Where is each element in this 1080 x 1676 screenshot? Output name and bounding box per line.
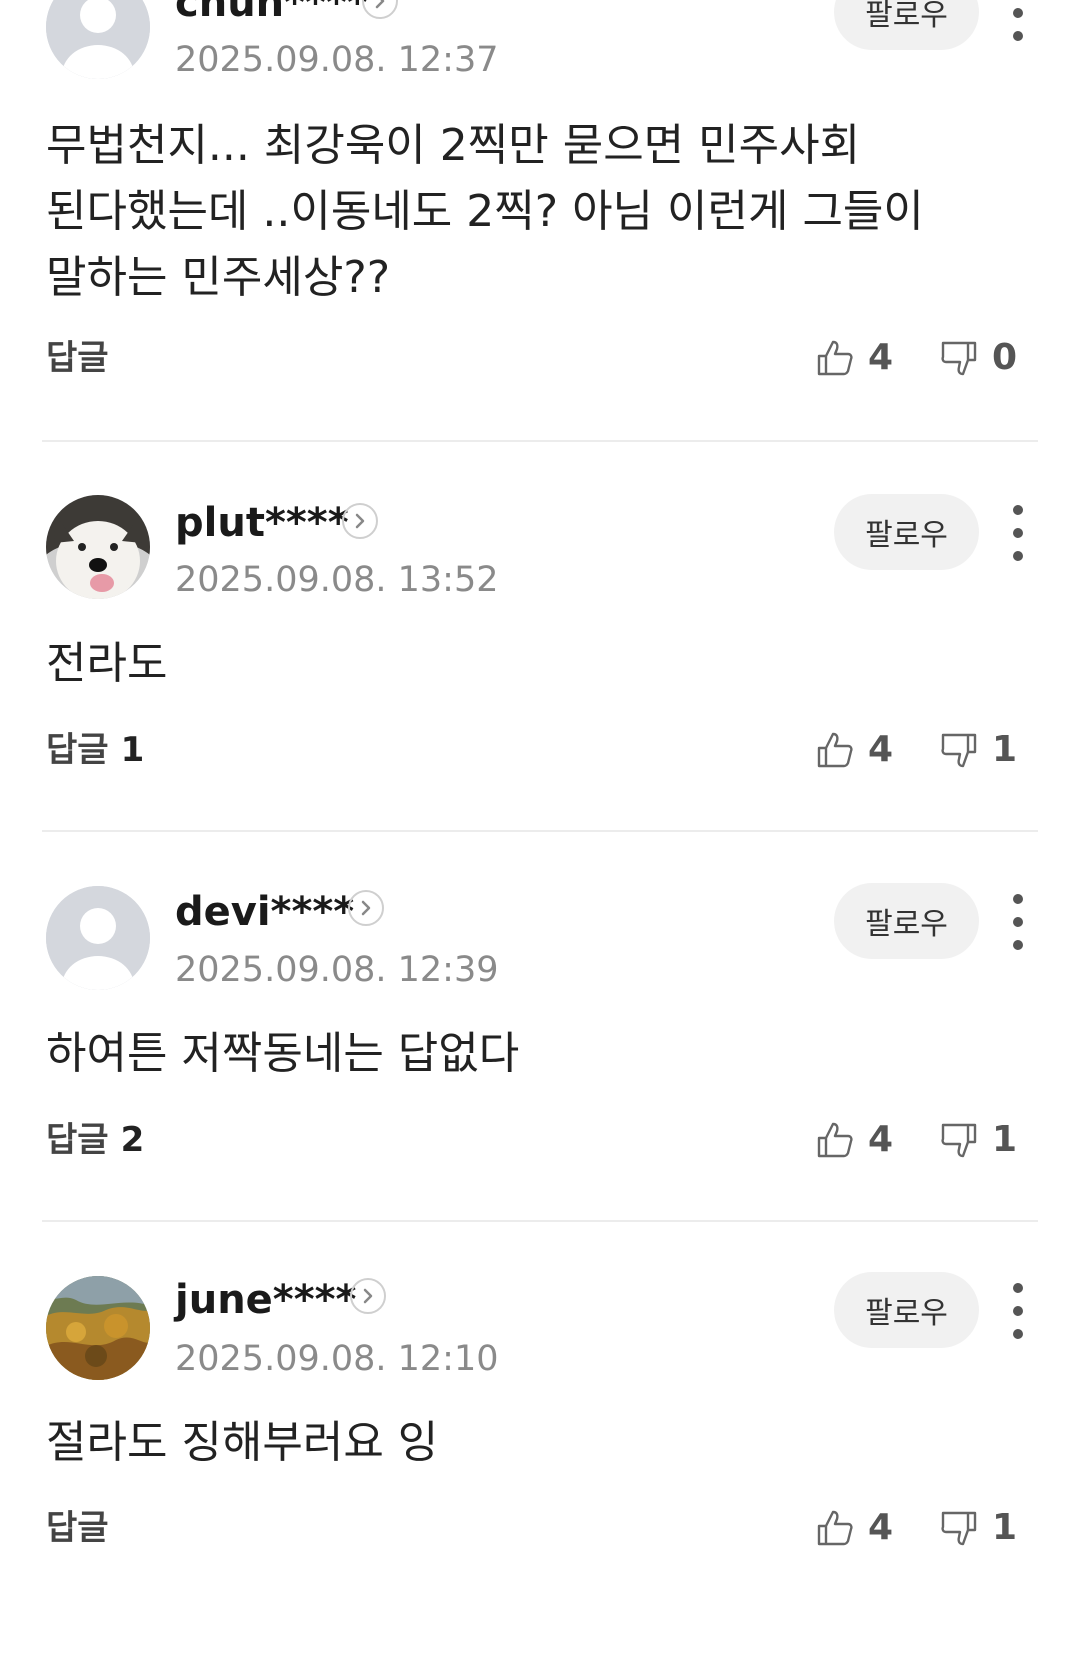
comment-body: 절라도 징해부러요 잉 bbox=[46, 1417, 439, 1468]
like-count: 4 bbox=[868, 1507, 894, 1548]
thumbs-down-icon bbox=[941, 1511, 977, 1546]
like-button[interactable]: 4 bbox=[814, 728, 893, 772]
comment-timestamp: 2025.09.08. 12:37 bbox=[175, 40, 499, 80]
chevron-right-icon[interactable] bbox=[348, 890, 384, 926]
like-button[interactable]: 4 bbox=[814, 1506, 893, 1550]
follow-button[interactable]: 팔로우 bbox=[834, 494, 979, 570]
thumbs-up-icon bbox=[817, 1122, 853, 1158]
comment-item: plut**** 2025.09.08. 13:52 팔로우 전라도 답글 1 4… bbox=[0, 494, 1080, 895]
dislike-count: 1 bbox=[992, 1119, 1018, 1160]
reply-button[interactable]: 답글 2 bbox=[46, 1118, 144, 1162]
comment-username[interactable]: chun**** bbox=[175, 0, 368, 27]
comment-body: 전라도 bbox=[46, 638, 168, 689]
dislike-count: 0 bbox=[992, 337, 1018, 378]
thumbs-down-icon bbox=[941, 733, 977, 768]
chevron-right-icon[interactable] bbox=[342, 503, 378, 539]
like-button[interactable]: 4 bbox=[814, 1118, 893, 1162]
dislike-button[interactable]: 0 bbox=[938, 336, 1017, 380]
dislike-button[interactable]: 1 bbox=[938, 1506, 1017, 1550]
thumbs-down-icon bbox=[941, 341, 977, 376]
comment-divider bbox=[42, 1220, 1038, 1222]
comment-divider bbox=[42, 440, 1038, 442]
reply-count: 2 bbox=[120, 1120, 145, 1160]
thumbs-down-icon bbox=[941, 1123, 977, 1158]
comment-divider bbox=[42, 830, 1038, 832]
follow-button[interactable]: 팔로우 bbox=[834, 1272, 979, 1348]
follow-button[interactable]: 팔로우 bbox=[834, 883, 979, 959]
chevron-right-icon[interactable] bbox=[362, 0, 398, 19]
avatar[interactable] bbox=[46, 495, 150, 599]
more-options-icon[interactable] bbox=[1000, 1283, 1036, 1339]
thumbs-up-icon bbox=[817, 732, 853, 768]
reply-button[interactable]: 답글 1 bbox=[46, 728, 144, 772]
follow-button[interactable]: 팔로우 bbox=[834, 0, 979, 50]
dislike-count: 1 bbox=[992, 729, 1018, 770]
like-count: 4 bbox=[868, 1119, 894, 1160]
reply-label: 답글 bbox=[46, 338, 109, 378]
dislike-button[interactable]: 1 bbox=[938, 1118, 1017, 1162]
comment-timestamp: 2025.09.08. 13:52 bbox=[175, 560, 499, 600]
reply-count: 1 bbox=[120, 730, 145, 770]
comment-username[interactable]: devi**** bbox=[175, 888, 354, 936]
like-count: 4 bbox=[868, 729, 894, 770]
comment-timestamp: 2025.09.08. 12:39 bbox=[175, 950, 499, 990]
avatar[interactable] bbox=[46, 1276, 150, 1380]
comment-item: chun**** 2025.09.08. 12:37 팔로우 무법천지... 최… bbox=[0, 0, 1080, 378]
comment-timestamp: 2025.09.08. 12:10 bbox=[175, 1339, 499, 1379]
default-avatar-icon[interactable] bbox=[46, 0, 150, 79]
comment-item: june**** 2025.09.08. 12:10 팔로우 절라도 징해부러요… bbox=[0, 1272, 1080, 1676]
thumbs-up-icon bbox=[817, 340, 853, 376]
reply-button[interactable]: 답글 bbox=[46, 1506, 109, 1550]
comment-body: 하여튼 저짝동네는 답없다 bbox=[46, 1028, 520, 1079]
default-avatar-icon[interactable] bbox=[46, 886, 150, 990]
like-count: 4 bbox=[868, 337, 894, 378]
thumbs-up-icon bbox=[817, 1510, 853, 1546]
more-options-icon[interactable] bbox=[1000, 505, 1036, 561]
reply-label: 답글 bbox=[46, 1508, 109, 1548]
chevron-right-icon[interactable] bbox=[350, 1278, 386, 1314]
comment-body: 무법천지... 최강욱이 2찍만 묻으면 민주사회 된다했는데 ..이동네도 2… bbox=[46, 120, 924, 303]
reply-label: 답글 bbox=[46, 730, 109, 770]
dislike-button[interactable]: 1 bbox=[938, 728, 1017, 772]
more-options-icon[interactable] bbox=[1000, 0, 1036, 41]
more-options-icon[interactable] bbox=[1000, 894, 1036, 950]
comment-username[interactable]: plut**** bbox=[175, 499, 349, 547]
dislike-count: 1 bbox=[992, 1507, 1018, 1548]
comment-item: devi**** 2025.09.08. 12:39 팔로우 하여튼 저짝동네는… bbox=[0, 883, 1080, 1286]
comment-username[interactable]: june**** bbox=[175, 1276, 356, 1324]
like-button[interactable]: 4 bbox=[814, 336, 893, 380]
reply-label: 답글 bbox=[46, 1120, 109, 1160]
comment-list: chun**** 2025.09.08. 12:37 팔로우 무법천지... 최… bbox=[0, 0, 1080, 1607]
reply-button[interactable]: 답글 bbox=[46, 336, 109, 380]
